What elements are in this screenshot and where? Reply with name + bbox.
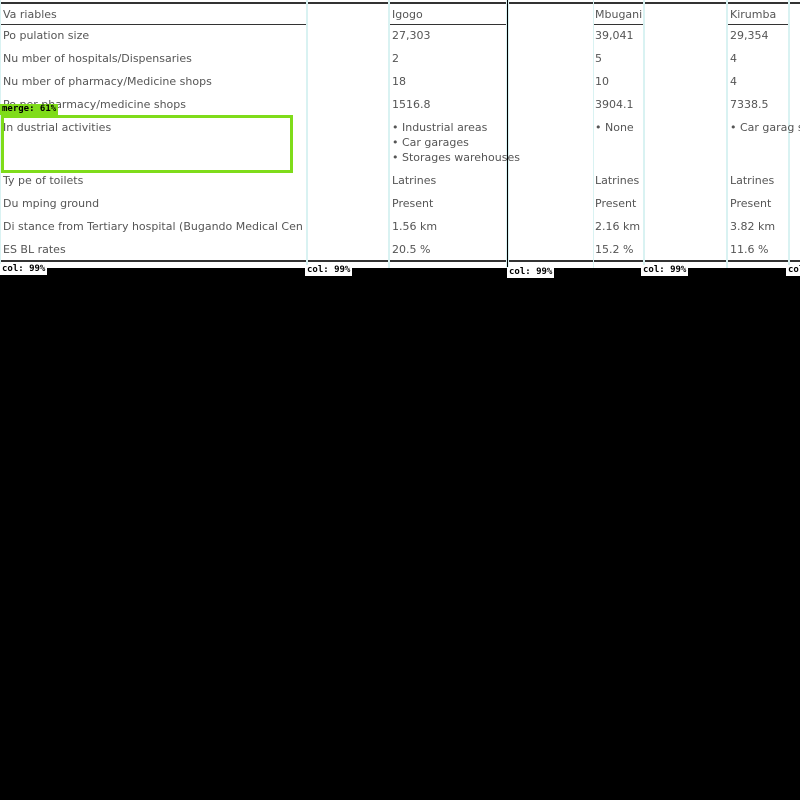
table-bottom-rule (790, 260, 800, 262)
column-gap-1 (307, 0, 389, 268)
cell-kirumba: 7338.5 (730, 98, 769, 111)
cell-mbugani: 2.16 km (595, 220, 641, 233)
table-bottom-rule (509, 260, 593, 262)
column-confidence-label: col: 99% (641, 265, 689, 276)
cell-kirumba: Present (730, 197, 772, 210)
cell-igogo: Latrines (392, 174, 437, 187)
table-top-rule (728, 2, 788, 4)
row-label: ES BL rates (3, 243, 66, 256)
cell-kirumba: 4 (730, 52, 737, 65)
table-bottom-rule (1, 260, 306, 262)
table-top-rule (1, 2, 306, 4)
cell-kirumba: Latrines (730, 174, 775, 187)
cell-igogo: 2 (392, 52, 399, 65)
merge-confidence-label: merge: 61% (0, 104, 59, 115)
cell-mbugani: Present (595, 197, 637, 210)
table-top-rule (790, 2, 800, 4)
cell-mbugani: 3904.1 (595, 98, 634, 111)
row-label: Ty pe of toilets (3, 174, 84, 187)
table-top-rule (594, 2, 643, 4)
header-variables: Va riables (3, 8, 57, 21)
row-label: Du mping ground (3, 197, 100, 210)
row-label: Nu mber of pharmacy/Medicine shops (3, 75, 212, 88)
merge-detection-box (1, 115, 293, 173)
table-top-rule (509, 2, 593, 4)
table-top-rule (645, 2, 726, 4)
table-bottom-rule (594, 260, 643, 262)
column-gap-2 (508, 0, 594, 268)
cell-igogo: 1516.8 (392, 98, 431, 111)
cell-mbugani: 10 (595, 75, 609, 88)
row-label: Di stance from Tertiary hospital (Bugand… (3, 220, 303, 233)
table-top-rule (390, 2, 506, 4)
cell-mbugani: Latrines (595, 174, 640, 187)
table-header-rule (390, 24, 506, 25)
table-header-rule (728, 24, 788, 25)
cell-igogo: 1.56 km (392, 220, 438, 233)
cell-igogo: 20.5 % (392, 243, 431, 256)
table-top-rule (308, 2, 388, 4)
cell-igogo: 18 (392, 75, 406, 88)
list-item: • Storages warehouses (392, 151, 520, 164)
table-bottom-rule (308, 260, 388, 262)
table-bottom-rule (390, 260, 506, 262)
column-confidence-label-partial: col (786, 265, 800, 276)
cell-kirumba: • Car garag s (730, 121, 800, 134)
cell-kirumba: 4 (730, 75, 737, 88)
screenshot-stage: Va riables Igogo Mbugani Kirumba Po pula… (0, 0, 800, 800)
cell-kirumba: 3.82 km (730, 220, 776, 233)
cell-mbugani: 5 (595, 52, 602, 65)
cell-igogo: 27,303 (392, 29, 431, 42)
column-confidence-label: col: 99% (305, 265, 353, 276)
table-bottom-rule (728, 260, 788, 262)
header-mbugani: Mbugani (595, 8, 643, 21)
row-label: Nu mber of hospitals/Dispensaries (3, 52, 192, 65)
cell-kirumba: 29,354 (730, 29, 769, 42)
cell-igogo-list: • Industrial areas • Car garages • Stora… (392, 120, 520, 165)
table-bottom-rule (645, 260, 726, 262)
cell-igogo: Present (392, 197, 434, 210)
table-header-rule (1, 24, 306, 25)
cell-mbugani: • None (595, 121, 634, 134)
column-confidence-label: col: 99% (507, 267, 555, 278)
header-igogo: Igogo (392, 8, 423, 21)
list-item: • Industrial areas (392, 121, 488, 134)
cell-mbugani: 39,041 (595, 29, 634, 42)
table-header-rule (594, 24, 643, 25)
row-label: Po pulation size (3, 29, 90, 42)
list-item: • Car garages (392, 136, 469, 149)
header-kirumba: Kirumba (730, 8, 777, 21)
column-confidence-label: col: 99% (0, 264, 48, 275)
cell-kirumba: 11.6 % (730, 243, 769, 256)
column-gap-3 (644, 0, 727, 268)
cell-mbugani: 15.2 % (595, 243, 634, 256)
